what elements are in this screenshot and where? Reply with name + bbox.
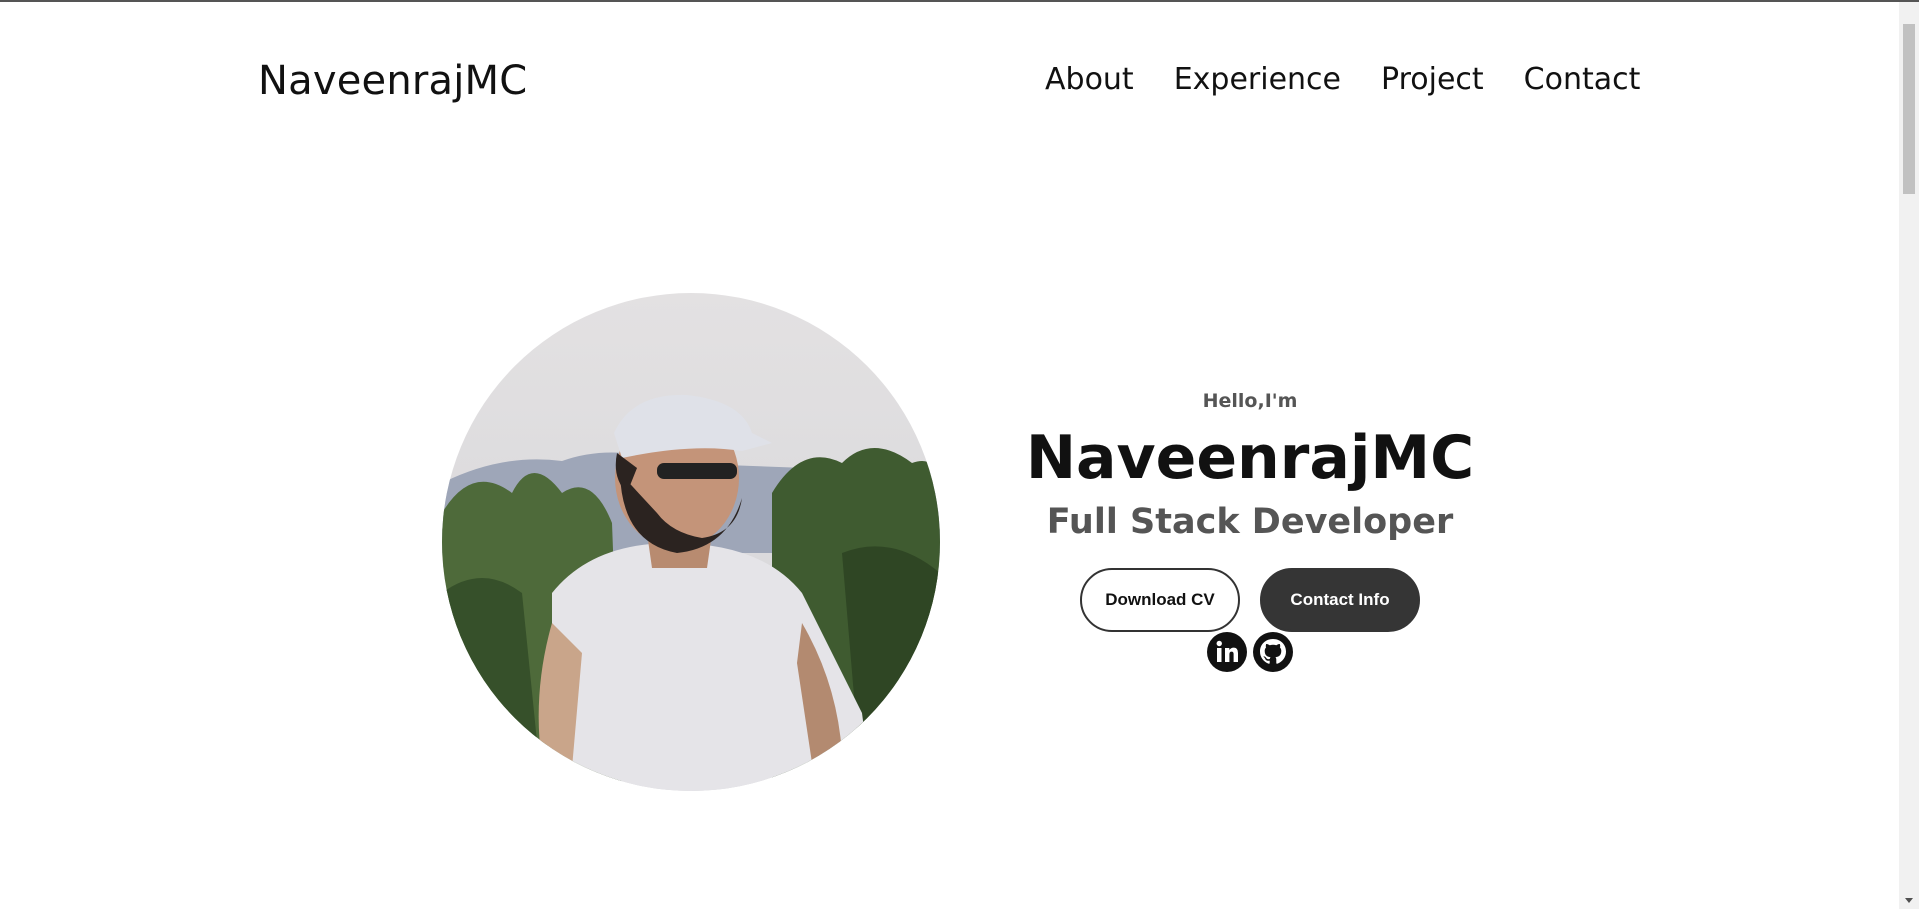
nav-link-experience[interactable]: Experience: [1174, 62, 1341, 97]
scrollbar-thumb[interactable]: [1903, 24, 1915, 194]
hero-greeting: Hello,I'm: [1202, 390, 1298, 412]
page: NaveenrajMC About Experience Project Con…: [0, 2, 1899, 909]
hero-buttons: Download CV Contact Info: [1000, 568, 1500, 632]
nav-link-project[interactable]: Project: [1381, 62, 1484, 97]
hero-name: NaveenrajMC: [1025, 423, 1475, 493]
site-logo[interactable]: NaveenrajMC: [258, 58, 527, 104]
scroll-down-arrow-icon[interactable]: [1905, 898, 1913, 903]
linkedin-icon[interactable]: [1207, 632, 1247, 672]
hero-role: Full Stack Developer: [1046, 502, 1454, 542]
github-icon[interactable]: [1253, 632, 1293, 672]
profile-photo-illustration: [442, 293, 940, 791]
nav-link-about[interactable]: About: [1045, 62, 1134, 97]
hero-text: Hello,I'm NaveenrajMC Full Stack Develop…: [1000, 390, 1500, 672]
profile-photo: [442, 293, 940, 791]
download-cv-button[interactable]: Download CV: [1080, 568, 1240, 632]
contact-info-button[interactable]: Contact Info: [1260, 568, 1420, 632]
social-links: [1000, 632, 1500, 672]
main-nav: About Experience Project Contact: [1045, 62, 1640, 97]
vertical-scrollbar[interactable]: [1899, 2, 1919, 909]
nav-link-contact[interactable]: Contact: [1524, 62, 1641, 97]
